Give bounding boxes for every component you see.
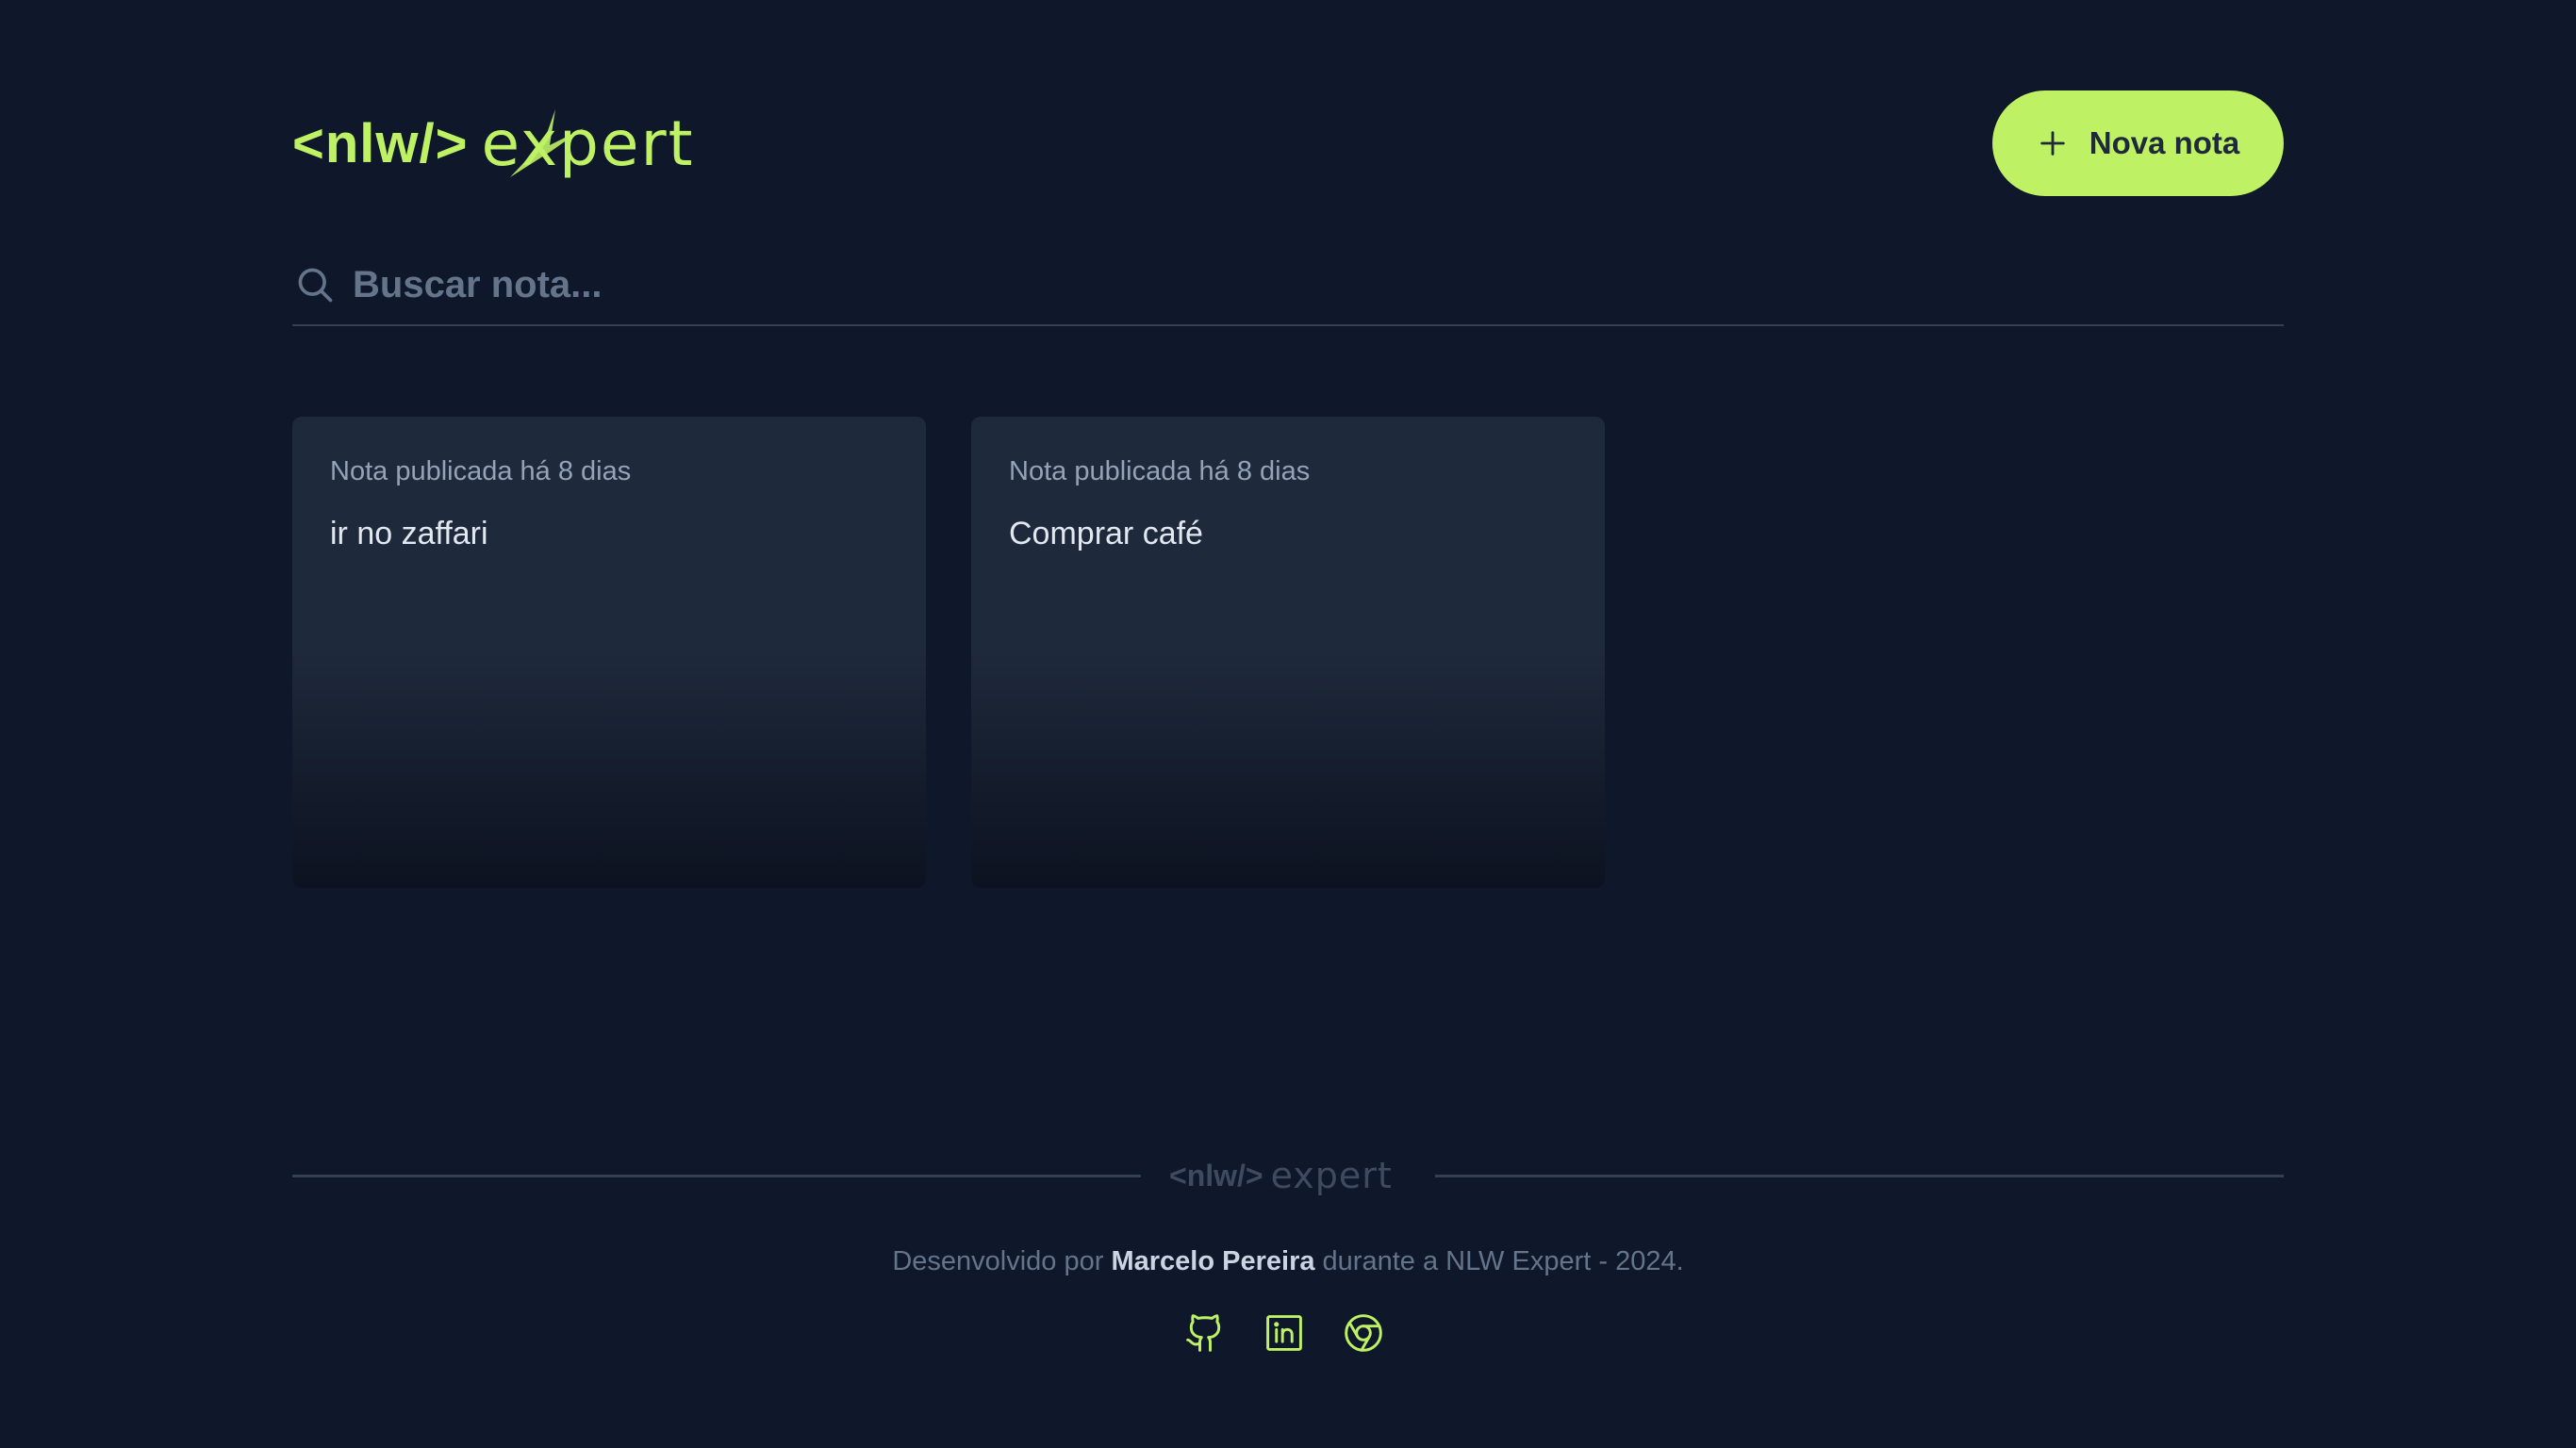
plus-icon <box>2039 131 2065 156</box>
note-content: ir no zaffari <box>330 516 488 551</box>
footer-logo-word: expert <box>1270 1155 1393 1196</box>
social-links <box>1184 1312 1384 1354</box>
note-content: Comprar café <box>1009 516 1203 551</box>
footer-text-after: durante a NLW Expert - 2024. <box>1314 1246 1684 1276</box>
github-link[interactable] <box>1184 1312 1226 1354</box>
footer-divider-left <box>292 1175 1141 1177</box>
chrome-icon <box>1345 1314 1382 1352</box>
linkedin-icon <box>1266 1315 1302 1351</box>
website-link[interactable] <box>1343 1312 1384 1354</box>
note-card[interactable]: Nota publicada há 8 dias Comprar café <box>971 417 1605 888</box>
footer-logo-prefix: <nlw/> <box>1169 1158 1263 1193</box>
note-card[interactable]: Nota publicada há 8 dias ir no zaffari <box>292 417 926 888</box>
search-bar <box>292 245 2284 326</box>
new-note-label: Nova nota <box>2089 125 2240 160</box>
logo-word: expert <box>482 107 695 180</box>
footer-divider-right <box>1435 1175 2284 1177</box>
note-meta: Nota publicada há 8 dias <box>330 456 632 486</box>
footer-credits: Desenvolvido por Marcelo Pereira durante… <box>0 1246 2576 1277</box>
new-note-button[interactable]: Nova nota <box>1992 90 2284 196</box>
search-icon <box>298 268 333 303</box>
github-icon <box>1186 1314 1221 1352</box>
footer-text-before: Desenvolvido por <box>892 1246 1112 1276</box>
footer-author: Marcelo Pereira <box>1111 1246 1315 1276</box>
page: <nlw/> expert Nova nota Nota publicada h… <box>0 0 2576 1448</box>
linkedin-link[interactable] <box>1263 1312 1305 1354</box>
spark-icon <box>509 108 584 177</box>
note-meta: Nota publicada há 8 dias <box>1009 456 1311 486</box>
footer-logo: <nlw/> expert <box>1169 1155 1393 1196</box>
search-input[interactable] <box>353 263 2284 306</box>
app-logo: <nlw/> expert <box>292 107 695 180</box>
logo-prefix: <nlw/> <box>292 112 469 174</box>
